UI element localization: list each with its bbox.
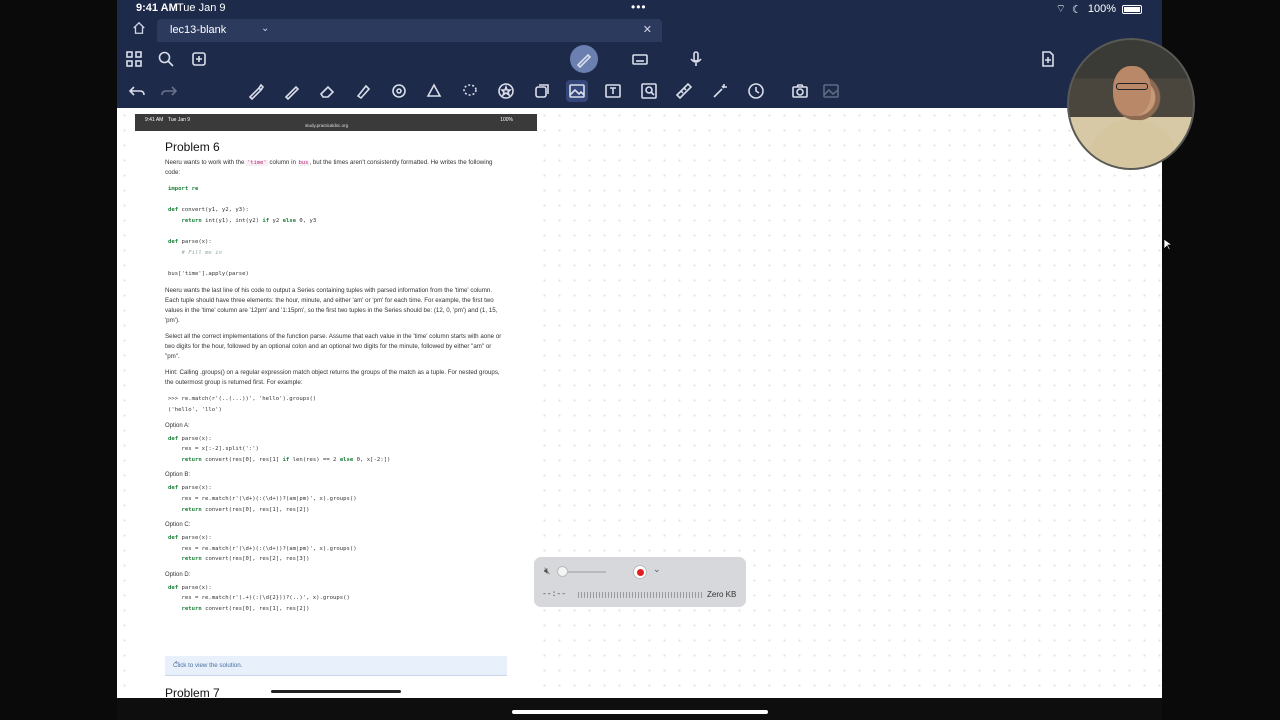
view-solution-toggle[interactable]: Click to view the solution. ⌃ — [165, 656, 507, 676]
wifi-icon: ⌔ — [1055, 3, 1066, 15]
record-button[interactable] — [633, 565, 647, 579]
laser-pointer-icon[interactable] — [709, 80, 731, 102]
problem-title: Problem 6 — [165, 140, 220, 154]
hint-code-line-2: ('hello', 'llo') — [168, 406, 222, 413]
code-import: import re — [168, 186, 199, 192]
mouse-cursor-icon — [1164, 239, 1172, 251]
code-block-main: import re def convert(y1, y2, y3): retur… — [168, 186, 317, 277]
highlighter-icon[interactable] — [352, 80, 374, 102]
option-b-label: Option B: — [165, 472, 191, 479]
recording-size: Zero KB — [707, 590, 737, 599]
lasso-icon[interactable] — [459, 80, 481, 102]
text-box-icon[interactable] — [602, 80, 624, 102]
tools-toolbar — [117, 75, 1162, 108]
home-icon[interactable] — [132, 21, 148, 37]
doc-battery: 100% — [500, 117, 513, 123]
option-a-label: Option A: — [165, 422, 190, 429]
status-time: 9:41 AM — [136, 2, 178, 14]
intro-paragraph: Neeru wants to work with the 'time' colu… — [165, 158, 507, 178]
close-icon[interactable]: ✕ — [643, 23, 652, 36]
option-d-label: Option D: — [165, 571, 191, 578]
undo-icon[interactable] — [126, 80, 148, 102]
image-icon[interactable] — [566, 80, 588, 102]
battery-icon — [1122, 4, 1142, 14]
mute-icon[interactable]: 🔇︎ — [544, 566, 550, 577]
webcam-person-glasses — [1116, 83, 1148, 90]
doc-status-time: 9:41 AM — [145, 117, 164, 123]
keyboard-icon[interactable] — [629, 48, 651, 70]
hint-code-line-1: >>> re.match(r'(..(...))', 'hello').grou… — [168, 396, 317, 403]
new-page-icon[interactable] — [1037, 48, 1059, 70]
webcam-overlay — [1067, 38, 1195, 170]
battery-percent: 100% — [1087, 3, 1116, 15]
hint-paragraph: Hint: Calling .groups() on a regular exp… — [165, 369, 500, 387]
multitasking-dots-icon[interactable]: ••• — [631, 0, 647, 14]
shapes-icon[interactable] — [388, 80, 410, 102]
option-a-code: def parse(x): res = x[:-2].split(':') re… — [168, 435, 391, 463]
ruler-icon[interactable] — [673, 80, 695, 102]
note-canvas[interactable]: 9:41 AM Tue Jan 9 study.practicaldsc.org… — [117, 108, 1162, 698]
option-b-code: def parse(x): res = re.match(r'(\d+)(:(\… — [168, 485, 357, 513]
photo-icon[interactable] — [820, 80, 842, 102]
chevron-down-icon[interactable]: ⌄ — [653, 564, 661, 575]
history-icon[interactable] — [745, 80, 767, 102]
doc-status-date: Tue Jan 9 — [168, 117, 191, 123]
status-right: ⌔ ☾ 100% — [1056, 2, 1142, 16]
pasted-document-image[interactable]: 9:41 AM Tue Jan 9 study.practicaldsc.org… — [135, 114, 537, 698]
option-c-code: def parse(x): res = re.match(r'(\d+)(:(\… — [168, 535, 357, 563]
chevron-down-icon[interactable]: ⌄ — [261, 23, 269, 34]
star-icon[interactable] — [495, 80, 517, 102]
audio-level-meter — [578, 592, 702, 598]
screen-recorder-panel: 🔇︎ ⌄ --:-- Zero KB — [534, 557, 746, 607]
grid-icon[interactable] — [123, 48, 145, 70]
status-bar: 9:41 AM Tue Jan 9 ••• ⌔ ☾ 100% — [117, 0, 1162, 17]
microphone-icon[interactable] — [685, 48, 707, 70]
shape-tool-icon[interactable] — [423, 80, 445, 102]
description-paragraph: Neeru wants the last line of his code to… — [165, 287, 498, 325]
pen-tool-icon[interactable] — [245, 80, 267, 102]
redo-icon[interactable] — [158, 80, 180, 102]
bookmark-add-icon[interactable] — [188, 48, 210, 70]
volume-slider-knob[interactable] — [557, 566, 568, 577]
pencil-icon[interactable] — [281, 80, 303, 102]
ipad-screen: 9:41 AM Tue Jan 9 ••• ⌔ ☾ 100% lec13-bla… — [117, 0, 1162, 720]
scan-image-icon[interactable] — [638, 80, 660, 102]
doc-url: study.practicaldsc.org — [305, 123, 349, 128]
sticker-icon[interactable] — [531, 80, 553, 102]
problem-content: Problem 6 Neeru wants to work with the '… — [165, 140, 507, 615]
pen-mode-icon[interactable] — [570, 45, 598, 73]
top-toolbar — [117, 42, 1162, 75]
next-problem-title: Problem 7 — [165, 686, 220, 698]
status-date: Tue Jan 9 — [177, 2, 226, 14]
document-status-bar: 9:41 AM Tue Jan 9 study.practicaldsc.org… — [135, 114, 537, 131]
intro-text-1: Neeru wants to work with the — [165, 159, 245, 166]
hint-code: >>> re.match(r'(..(...))', 'hello').grou… — [165, 394, 507, 415]
tab-bar: lec13-blank ⌄ ✕ — [117, 17, 1162, 42]
home-indicator[interactable] — [512, 710, 768, 714]
tab-title: lec13-blank — [170, 24, 227, 36]
option-c-label: Option C: — [165, 522, 191, 529]
tab-lec13[interactable]: lec13-blank ⌄ ✕ — [157, 19, 662, 42]
select-paragraph: Select all the correct implementations o… — [165, 333, 502, 361]
chevron-up-icon: ⌃ — [173, 660, 180, 669]
option-d-code: def parse(x): res = re.match(r'(.+)(:(\d… — [168, 584, 350, 613]
webcam-person-shirt — [1089, 120, 1177, 168]
recording-timer: --:-- — [542, 590, 567, 599]
camera-icon[interactable] — [789, 80, 811, 102]
eraser-icon[interactable] — [316, 80, 338, 102]
intro-code-2: bus — [297, 160, 310, 166]
intro-code-1: 'time' — [246, 160, 268, 166]
left-letterbox — [0, 0, 117, 720]
bottom-bar — [117, 698, 1162, 720]
intro-text-2: column in — [269, 159, 296, 166]
webcam-person-head — [1113, 66, 1151, 116]
moon-icon: ☾ — [1071, 3, 1082, 16]
search-icon[interactable] — [155, 48, 177, 70]
horizontal-scrollbar[interactable] — [271, 690, 401, 693]
